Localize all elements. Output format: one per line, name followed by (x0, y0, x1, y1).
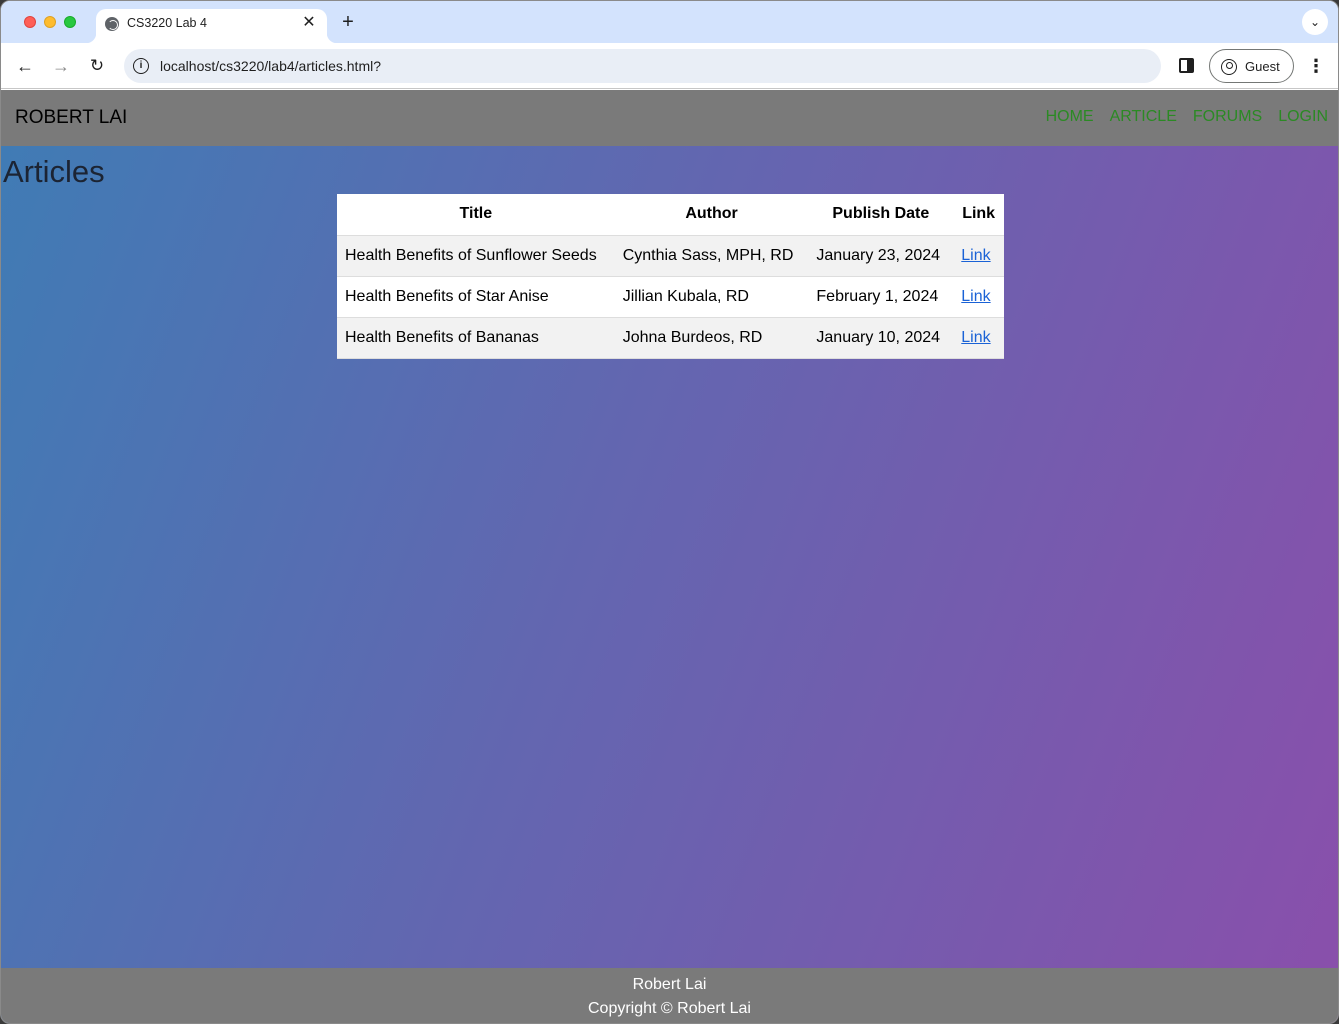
tab-strip: CS3220 Lab 4 ✕ + ⌄ (1, 1, 1338, 43)
url-text[interactable]: localhost/cs3220/lab4/articles.html? (160, 58, 381, 74)
back-button[interactable]: ← (12, 53, 38, 79)
cell-author: Johna Burdeos, RD (614, 317, 809, 359)
site-footer: Robert Lai Copyright © Robert Lai (1, 968, 1338, 1023)
site-nav: HOME ARTICLE FORUMS LOGIN (1046, 108, 1328, 126)
new-tab-button[interactable]: + (337, 10, 359, 34)
site-info-icon[interactable]: i (133, 58, 149, 74)
browser-menu-button[interactable]: ⋮ (1307, 53, 1325, 79)
footer-name: Robert Lai (632, 976, 707, 993)
table-row: Health Benefits of Sunflower Seeds Cynth… (337, 235, 1004, 277)
page-content: ROBERT LAI HOME ARTICLE FORUMS LOGIN Art… (1, 90, 1338, 1023)
profile-label: Guest (1245, 59, 1280, 74)
column-header-title: Title (337, 194, 615, 236)
article-link[interactable]: Link (961, 329, 990, 346)
tab-close-icon[interactable]: ✕ (299, 13, 319, 33)
close-window-button[interactable] (24, 16, 36, 28)
table-row: Health Benefits of Bananas Johna Burdeos… (337, 317, 1004, 359)
side-panel-icon[interactable] (1179, 58, 1194, 73)
column-header-link: Link (953, 194, 1004, 236)
forward-button[interactable]: → (48, 53, 74, 79)
profile-button[interactable]: Guest (1209, 49, 1294, 83)
table-row: Health Benefits of Star Anise Jillian Ku… (337, 276, 1004, 318)
article-link[interactable]: Link (961, 288, 990, 305)
cell-link: Link (953, 276, 1004, 318)
articles-table: Title Author Publish Date Link Health Be… (337, 194, 1004, 359)
site-brand: ROBERT LAI (15, 107, 128, 128)
maximize-window-button[interactable] (64, 16, 76, 28)
cell-author: Jillian Kubala, RD (614, 276, 809, 318)
cell-publish-date: February 1, 2024 (808, 276, 954, 318)
cell-publish-date: January 10, 2024 (808, 317, 954, 359)
column-header-publish-date: Publish Date (808, 194, 954, 236)
globe-icon (105, 17, 119, 31)
tab-search-button[interactable]: ⌄ (1302, 9, 1328, 35)
cell-link: Link (953, 317, 1004, 359)
cell-author: Cynthia Sass, MPH, RD (614, 235, 809, 277)
tab-active[interactable]: CS3220 Lab 4 ✕ (86, 9, 337, 43)
nav-home[interactable]: HOME (1046, 108, 1094, 126)
article-link[interactable]: Link (961, 247, 990, 264)
reload-button[interactable]: ↻ (84, 53, 110, 79)
cell-title: Health Benefits of Sunflower Seeds (337, 235, 615, 277)
cell-title: Health Benefits of Star Anise (337, 276, 615, 318)
nav-forums[interactable]: FORUMS (1193, 108, 1262, 126)
column-header-author: Author (614, 194, 809, 236)
browser-toolbar: ← → ↻ i localhost/cs3220/lab4/articles.h… (1, 43, 1338, 89)
nav-article[interactable]: ARTICLE (1110, 108, 1177, 126)
cell-title: Health Benefits of Bananas (337, 317, 615, 359)
profile-icon (1221, 59, 1237, 75)
cell-link: Link (953, 235, 1004, 277)
table-header-row: Title Author Publish Date Link (337, 194, 1004, 236)
cell-publish-date: January 23, 2024 (808, 235, 954, 277)
footer-copyright: Copyright © Robert Lai (588, 1000, 751, 1017)
page-title: Articles (3, 154, 105, 189)
minimize-window-button[interactable] (44, 16, 56, 28)
site-header: ROBERT LAI HOME ARTICLE FORUMS LOGIN (1, 90, 1338, 146)
browser-window: CS3220 Lab 4 ✕ + ⌄ ← → ↻ i localhost/cs3… (0, 0, 1339, 1024)
address-bar[interactable]: i localhost/cs3220/lab4/articles.html? (124, 49, 1161, 83)
tab-title: CS3220 Lab 4 (127, 16, 207, 30)
nav-login[interactable]: LOGIN (1278, 108, 1328, 126)
